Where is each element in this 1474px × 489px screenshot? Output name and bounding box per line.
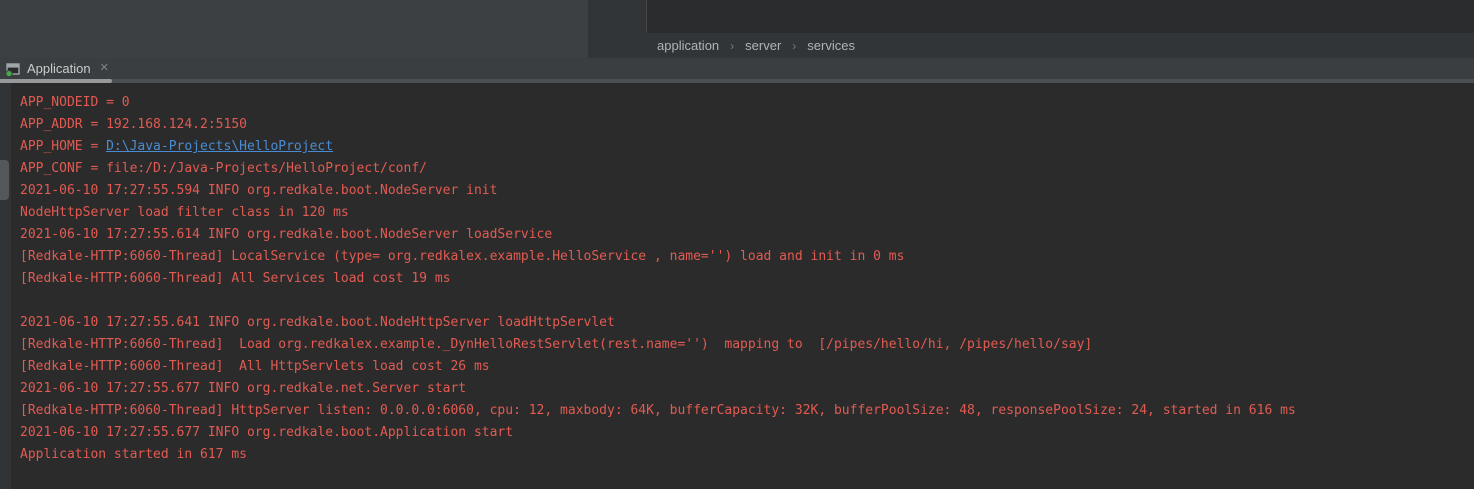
editor-panel — [0, 0, 588, 58]
log-text: [Redkale-HTTP:6060-Thread] LocalService … — [20, 249, 904, 264]
log-text: 2021-06-10 17:27:55.614 INFO org.redkale… — [20, 227, 552, 242]
log-line: Application started in 617 ms — [20, 444, 1474, 466]
breadcrumb: application › server › services — [588, 33, 1474, 58]
log-text: APP_NODEID = 0 — [20, 95, 130, 110]
log-text: [Redkale-HTTP:6060-Thread] All HttpServl… — [20, 359, 490, 374]
log-text: 2021-06-10 17:27:55.677 INFO org.redkale… — [20, 381, 466, 396]
log-line: [Redkale-HTTP:6060-Thread] All HttpServl… — [20, 356, 1474, 378]
log-line — [20, 290, 1474, 312]
breadcrumb-item-services[interactable]: services — [807, 38, 855, 53]
log-text: [Redkale-HTTP:6060-Thread] HttpServer li… — [20, 403, 1296, 418]
log-line: 2021-06-10 17:27:55.614 INFO org.redkale… — [20, 224, 1474, 246]
log-line: NodeHttpServer load filter class in 120 … — [20, 202, 1474, 224]
close-icon[interactable]: ✕ — [100, 63, 109, 74]
breadcrumb-item-application[interactable]: application — [657, 38, 719, 53]
log-text: APP_ADDR = 192.168.124.2:5150 — [20, 117, 247, 132]
log-line: [Redkale-HTTP:6060-Thread] HttpServer li… — [20, 400, 1474, 422]
tab-application[interactable]: Application ✕ — [0, 58, 115, 79]
log-line: 2021-06-10 17:27:55.594 INFO org.redkale… — [20, 180, 1474, 202]
log-text: 2021-06-10 17:27:55.641 INFO org.redkale… — [20, 315, 615, 330]
log-text: [Redkale-HTTP:6060-Thread] Load org.redk… — [20, 337, 1092, 352]
console-output-panel: APP_NODEID = 0 APP_ADDR = 192.168.124.2:5… — [0, 83, 1474, 489]
chevron-right-icon: › — [730, 39, 734, 53]
log-line: APP_NODEID = 0 — [20, 92, 1474, 114]
log-text: APP_CONF = file:/D:/Java-Projects/HelloP… — [20, 161, 427, 176]
run-console-icon — [5, 61, 21, 77]
log-text: NodeHttpServer load filter class in 120 … — [20, 205, 349, 220]
chevron-right-icon: › — [792, 39, 796, 53]
log-line: APP_HOME = D:\Java-Projects\HelloProject — [20, 136, 1474, 158]
breadcrumb-item-server[interactable]: server — [745, 38, 781, 53]
log-line: [Redkale-HTTP:6060-Thread] LocalService … — [20, 246, 1474, 268]
log-line: [Redkale-HTTP:6060-Thread] All Services … — [20, 268, 1474, 290]
tab-application-label: Application — [27, 61, 91, 76]
console-tab-bar: Application ✕ — [0, 58, 1474, 83]
log-text: Application started in 617 ms — [20, 447, 247, 462]
top-panel-strip — [588, 0, 1474, 33]
log-text: [Redkale-HTTP:6060-Thread] All Services … — [20, 271, 450, 286]
log-line: 2021-06-10 17:27:55.677 INFO org.redkale… — [20, 378, 1474, 400]
panel-divider — [588, 0, 647, 33]
file-path-link[interactable]: D:\Java-Projects\HelloProject — [106, 139, 333, 154]
log-line: APP_CONF = file:/D:/Java-Projects/HelloP… — [20, 158, 1474, 180]
log-line: 2021-06-10 17:27:55.677 INFO org.redkale… — [20, 422, 1474, 444]
log-line: APP_ADDR = 192.168.124.2:5150 — [20, 114, 1474, 136]
log-line: [Redkale-HTTP:6060-Thread] Load org.redk… — [20, 334, 1474, 356]
console-log: APP_NODEID = 0 APP_ADDR = 192.168.124.2:5… — [0, 92, 1474, 466]
log-text: 2021-06-10 17:27:55.677 INFO org.redkale… — [20, 425, 513, 440]
log-line: 2021-06-10 17:27:55.641 INFO org.redkale… — [20, 312, 1474, 334]
log-text: APP_HOME = — [20, 139, 106, 154]
log-text: 2021-06-10 17:27:55.594 INFO org.redkale… — [20, 183, 497, 198]
